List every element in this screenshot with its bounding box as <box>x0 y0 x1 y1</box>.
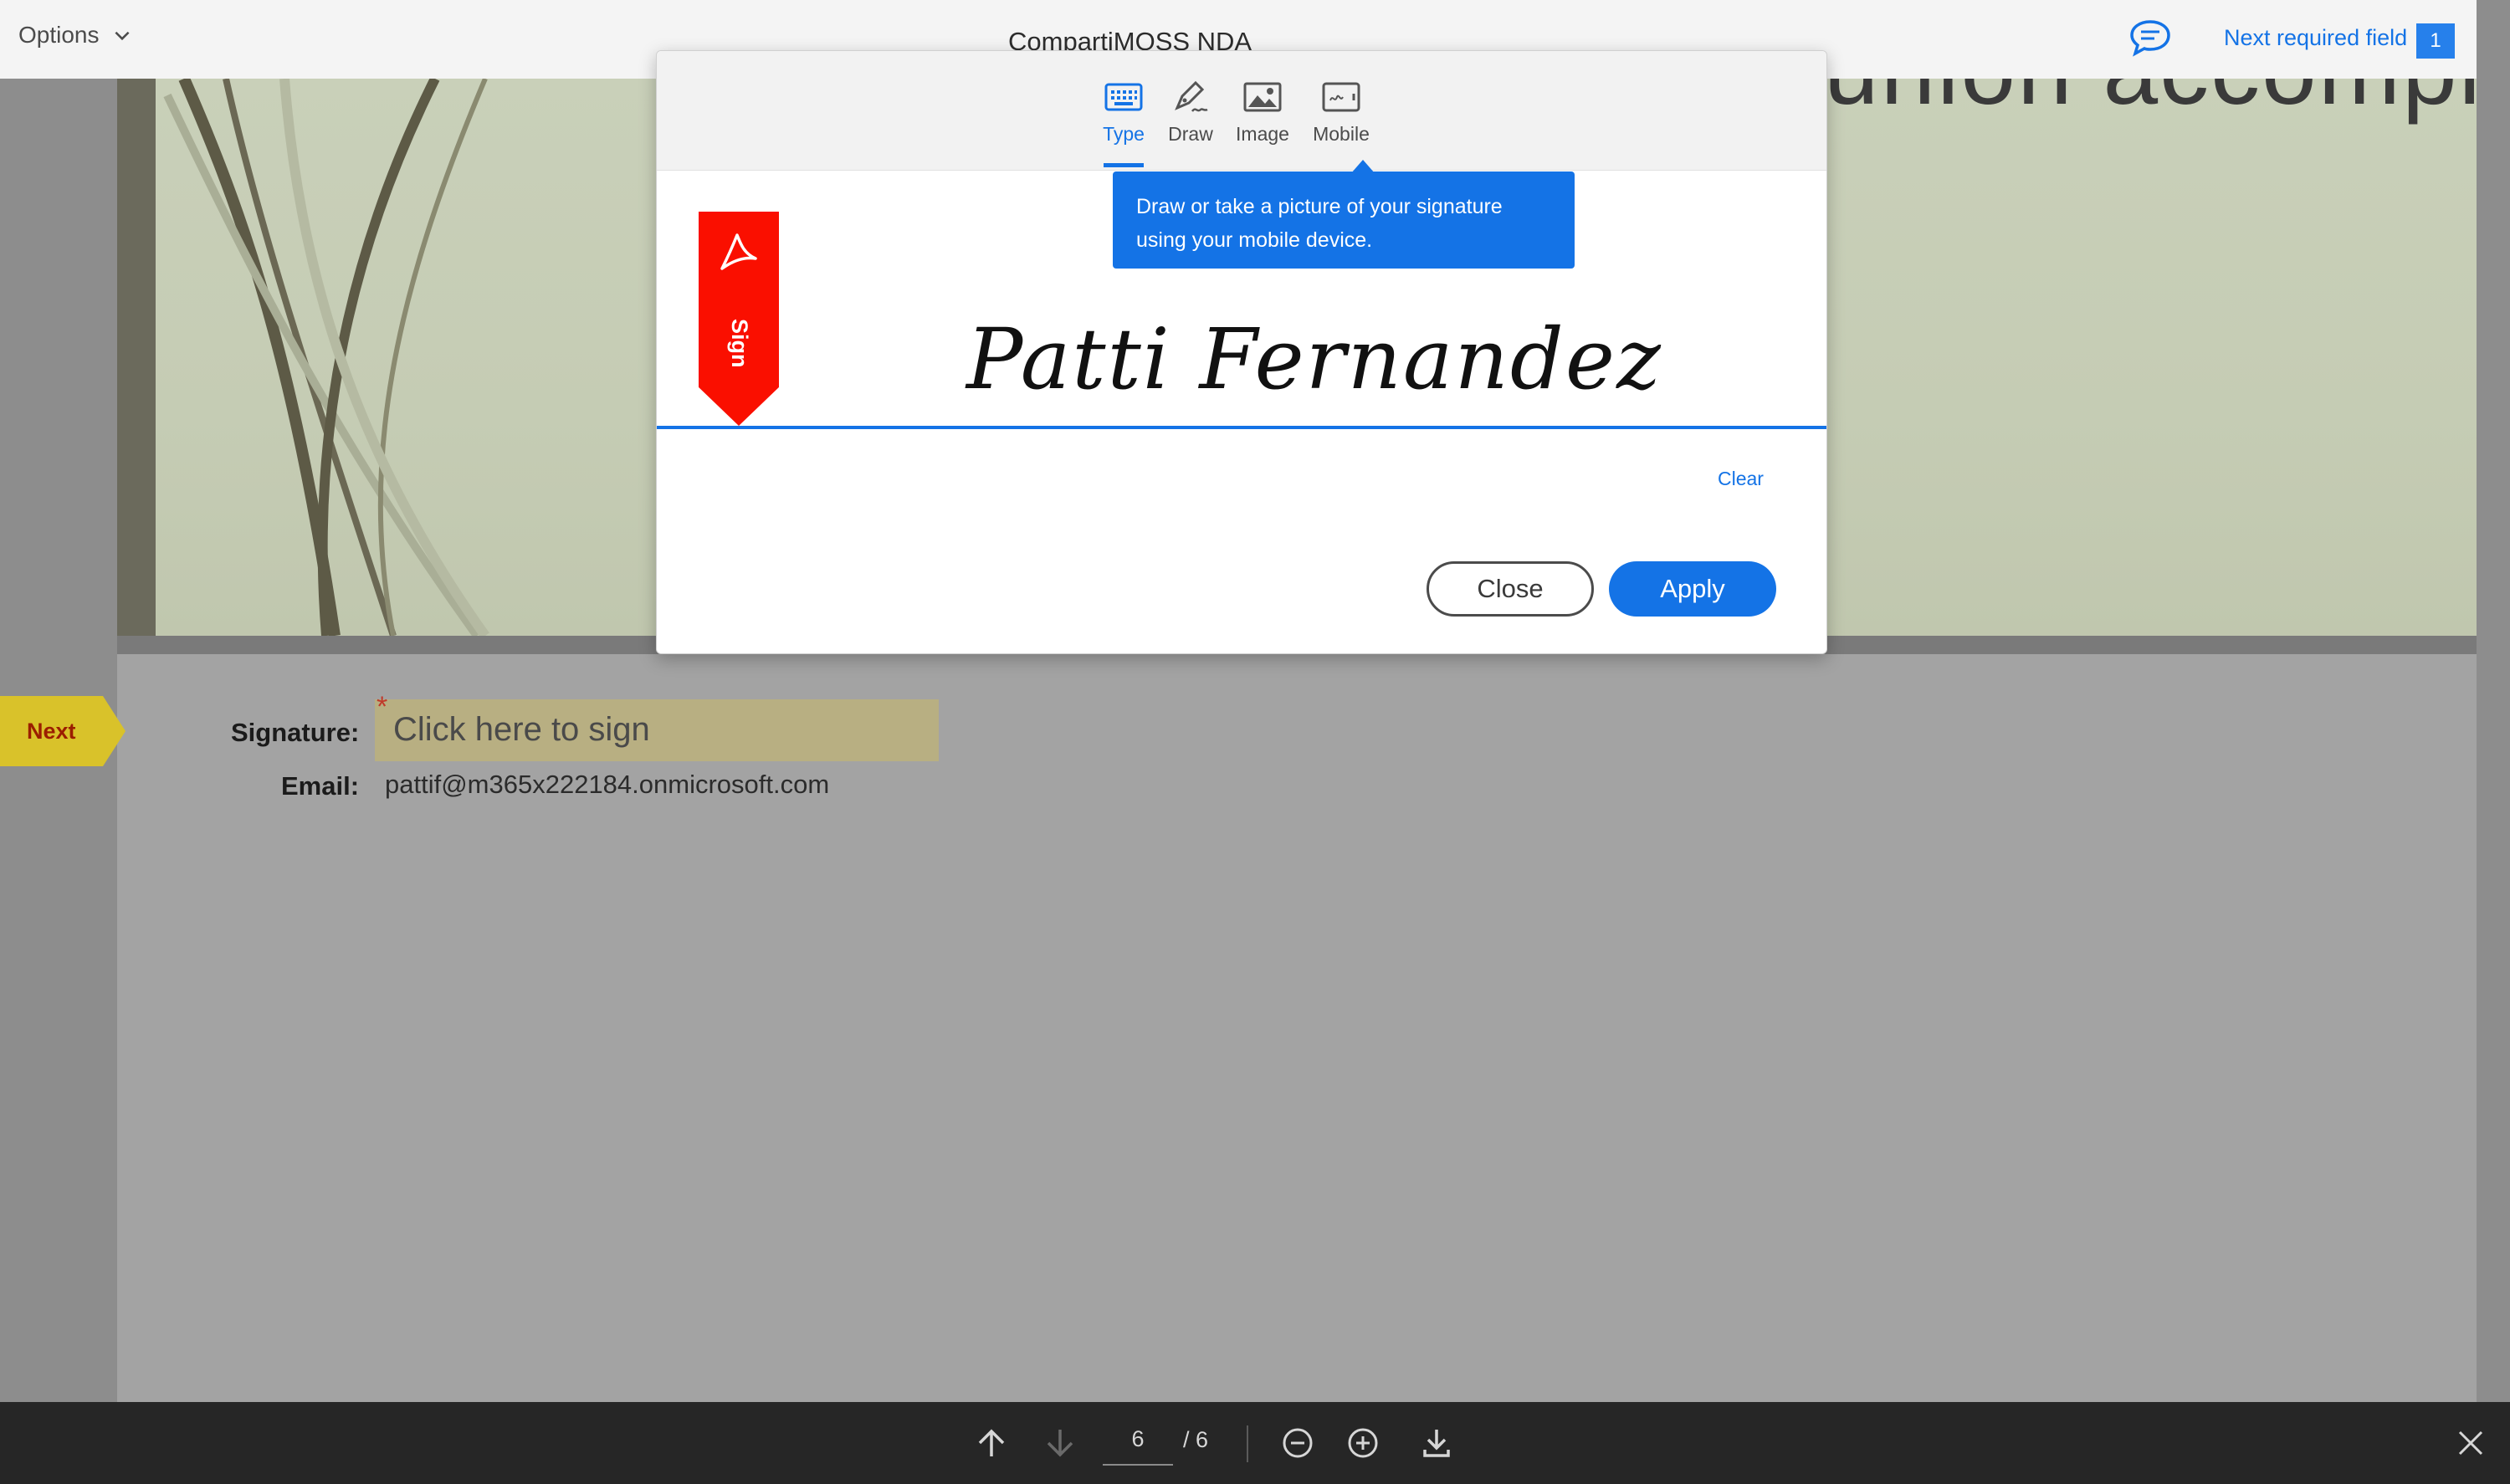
next-page-button[interactable] <box>1036 1419 1084 1467</box>
page-number-input[interactable]: 6 <box>1103 1414 1173 1466</box>
email-value: pattif@m365x222184.onmicrosoft.com <box>385 770 830 799</box>
previous-page-button[interactable] <box>967 1419 1016 1467</box>
close-viewer-button[interactable] <box>2446 1419 2495 1467</box>
next-required-count-badge[interactable]: 1 <box>2416 23 2455 59</box>
download-icon <box>1423 1430 1450 1457</box>
required-asterisk: * <box>376 691 388 723</box>
mobile-icon <box>1322 82 1360 112</box>
comment-icon[interactable] <box>2128 18 2172 57</box>
banner-heading: union accomplish <box>1824 79 2477 127</box>
apply-button[interactable]: Apply <box>1609 561 1776 617</box>
decorative-curves <box>163 79 489 636</box>
close-button[interactable]: Close <box>1427 561 1594 617</box>
toolbar-divider <box>1247 1425 1248 1462</box>
bottom-toolbar: 6 / 6 <box>0 1402 2510 1484</box>
right-gutter <box>2477 0 2510 1402</box>
options-menu[interactable]: Options <box>18 22 133 49</box>
next-required-field-link[interactable]: Next required field <box>2224 25 2407 51</box>
next-field-tag[interactable]: Next <box>0 696 126 766</box>
image-icon <box>1243 82 1282 112</box>
zoom-out-icon <box>1283 1428 1313 1458</box>
signature-dialog: Type Draw Image Mobile Draw or take a pi… <box>656 50 1827 654</box>
zoom-in-icon <box>1348 1428 1378 1458</box>
clear-signature-link[interactable]: Clear <box>1718 468 1764 490</box>
active-tab-indicator <box>1104 163 1144 167</box>
page-total: / 6 <box>1183 1427 1209 1452</box>
tab-type-label: Type <box>1103 123 1145 145</box>
document-body <box>117 654 2477 1402</box>
signature-field[interactable]: Click here to sign <box>375 699 939 761</box>
arrow-down-icon <box>1047 1430 1073 1457</box>
zoom-in-button[interactable] <box>1339 1419 1387 1467</box>
tab-draw[interactable]: Draw <box>1153 76 1228 146</box>
zoom-out-button[interactable] <box>1273 1419 1322 1467</box>
tab-draw-label: Draw <box>1168 123 1213 145</box>
adobe-acrobat-icon <box>720 233 757 270</box>
email-label: Email: <box>281 771 360 801</box>
signature-label: Signature: <box>231 718 360 747</box>
tab-mobile-label: Mobile <box>1313 123 1370 145</box>
sign-ribbon-label: Sign <box>727 319 752 368</box>
arrow-up-icon <box>978 1429 1005 1456</box>
download-button[interactable] <box>1412 1419 1461 1467</box>
close-icon <box>2458 1430 2483 1456</box>
tab-image-label: Image <box>1236 123 1289 145</box>
adobe-sign-ribbon: Sign <box>699 212 779 426</box>
options-label: Options <box>18 22 100 48</box>
keyboard-icon <box>1104 83 1143 111</box>
mobile-tooltip: Draw or take a picture of your signature… <box>1113 171 1575 269</box>
typed-signature[interactable]: Patti Fernandez <box>966 310 1662 408</box>
chevron-down-icon <box>114 31 130 41</box>
tab-type[interactable]: Type <box>1086 76 1161 146</box>
pen-icon <box>1175 80 1208 112</box>
tab-mobile[interactable]: Mobile <box>1304 76 1379 146</box>
tab-image[interactable]: Image <box>1225 76 1300 146</box>
signature-method-tabs: Type Draw Image Mobile <box>657 51 1826 171</box>
signature-baseline <box>657 426 1826 429</box>
